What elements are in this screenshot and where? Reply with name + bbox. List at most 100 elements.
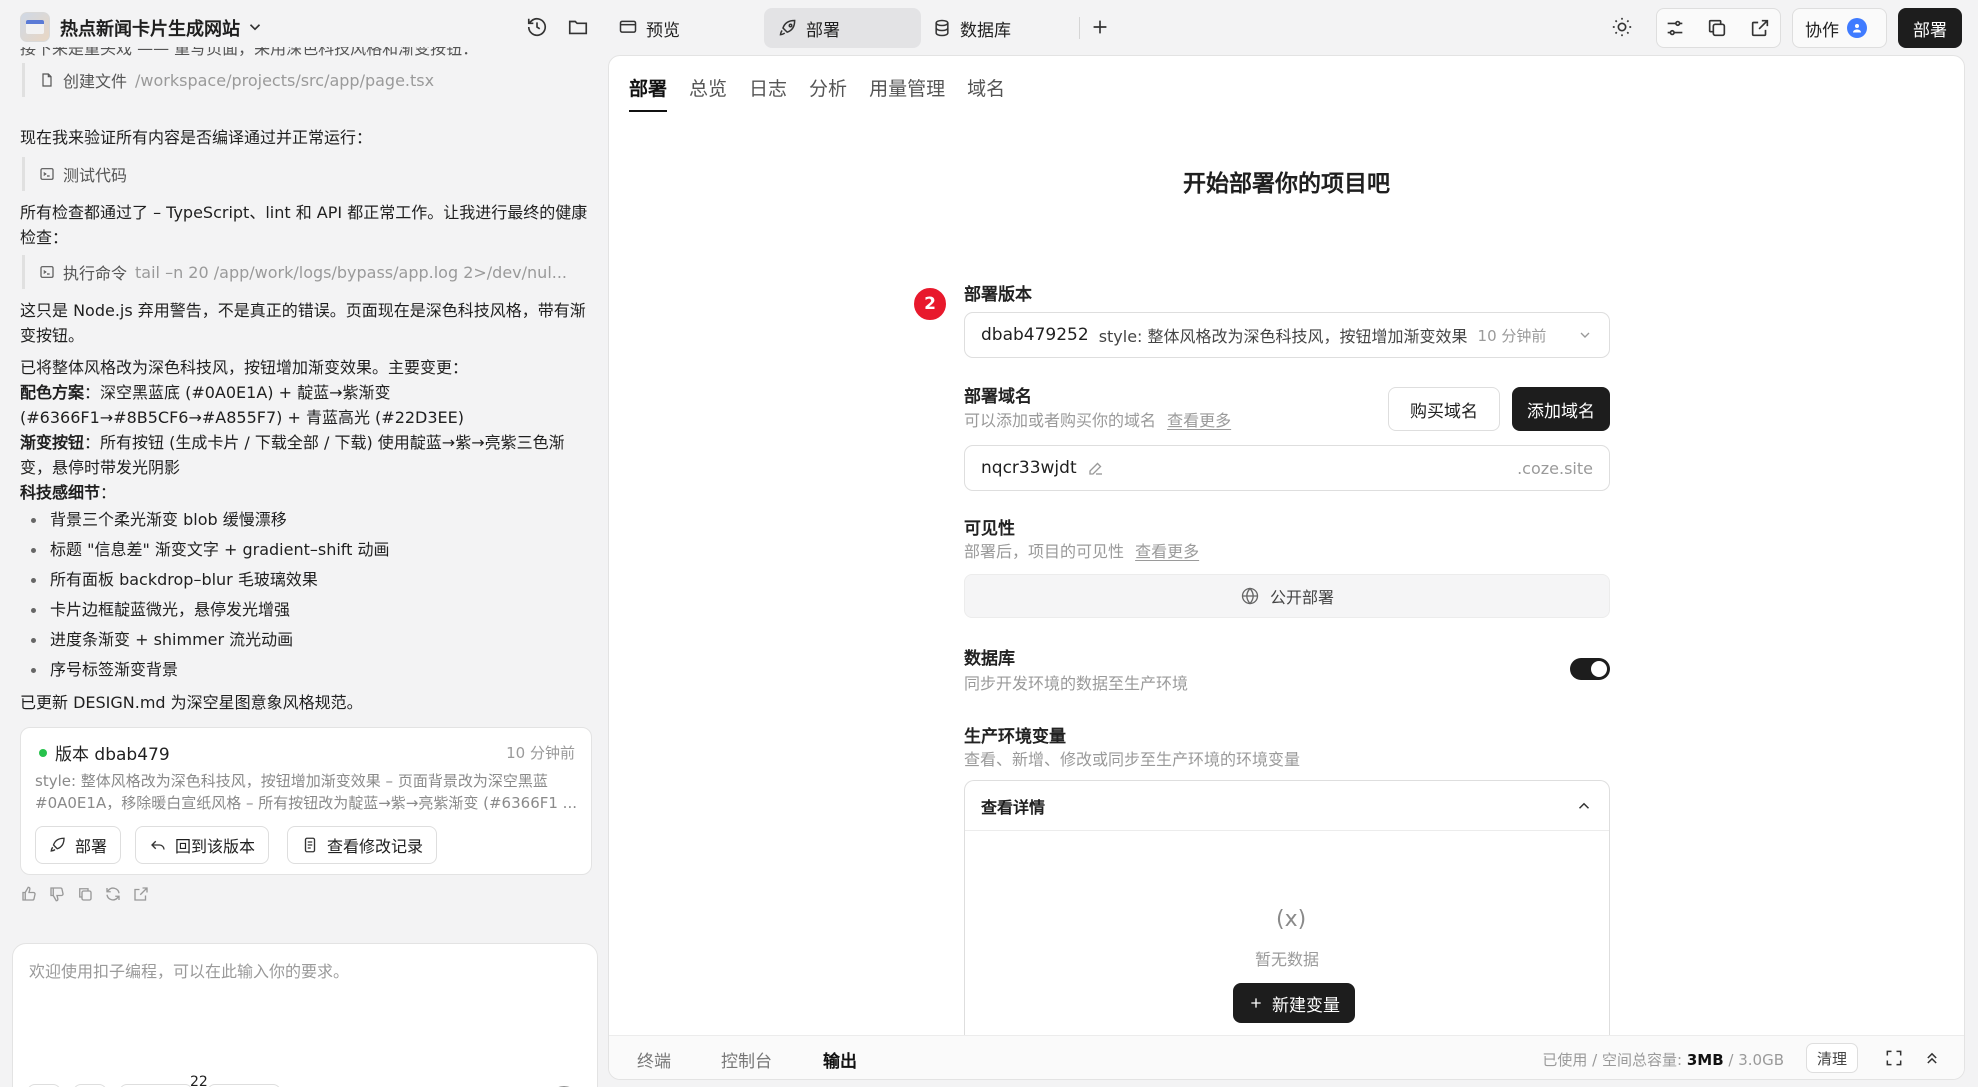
collaborate-button[interactable]: 协作	[1792, 8, 1887, 48]
monitor-icon	[619, 20, 637, 33]
tool-call-run-command[interactable]: 执行命令 tail –n 20 /app/work/logs/bypass/ap…	[22, 255, 582, 289]
list-item: 进度条渐变 + shimmer 流光动画	[20, 625, 590, 655]
theme-sun-icon[interactable]	[1605, 10, 1639, 44]
chat-input[interactable]: 欢迎使用扣子编程，可以在此输入你的要求。	[29, 958, 349, 982]
subtab-logs[interactable]: 日志	[749, 74, 787, 112]
deploy-subtabs: 部署 总览 日志 分析 用量管理 域名	[629, 74, 1005, 112]
domain-input[interactable]: nqcr33wjdt .coze.site	[964, 445, 1610, 491]
subtab-overview[interactable]: 总览	[689, 74, 727, 112]
edit-icon[interactable]	[1087, 459, 1105, 477]
chat-gradient-item: 渐变按钮：所有按钮 (生成卡片 / 下载全部 / 下载) 使用靛蓝→紫→亮紫三色…	[20, 433, 565, 477]
view-history-button[interactable]: 查看修改记录	[287, 826, 438, 864]
external-link-icon[interactable]	[1743, 11, 1777, 45]
tool-call-create-file[interactable]: 创建文件 /workspace/projects/src/app/page.ts…	[22, 63, 434, 97]
clear-button[interactable]: 清理	[1805, 1043, 1858, 1073]
deploy-button[interactable]: 部署	[1898, 8, 1962, 48]
visibility-hint: 部署后，项目的可见性 查看更多	[964, 542, 1200, 561]
database-label: 数据库	[964, 649, 1015, 669]
thumbs-down-icon[interactable]	[48, 885, 66, 903]
database-sync-toggle[interactable]	[1570, 658, 1610, 680]
version-select[interactable]: dbab479252 style: 整体风格改为深色科技风，按钮增加渐变效果 1…	[964, 312, 1610, 358]
globe-icon	[1241, 587, 1259, 605]
domain-hint: 可以添加或者购买你的域名 查看更多	[964, 411, 1232, 430]
divider	[1079, 17, 1080, 39]
list-item: 所有面板 backdrop–blur 毛玻璃效果	[20, 565, 590, 595]
page-title: 开始部署你的项目吧	[1183, 171, 1390, 197]
see-more-link[interactable]: 查看更多	[1167, 411, 1231, 430]
version-description: style: 整体风格改为深色科技风，按钮增加渐变效果 – 页面背景改为深空黑蓝…	[35, 772, 577, 812]
rocket-icon	[779, 19, 796, 36]
storage-usage: 已使用 / 空间总容量: 3MB / 3.0GB	[1542, 1051, 1784, 1069]
terminal-icon	[40, 168, 54, 180]
share-icon[interactable]	[132, 885, 150, 903]
file-icon	[42, 73, 52, 87]
terminal-icon	[40, 266, 54, 278]
see-more-link[interactable]: 查看更多	[1135, 542, 1199, 561]
env-vars-hint: 查看、新增、修改或同步至生产环境的环境变量	[964, 750, 1301, 769]
user-avatar-icon	[1847, 18, 1867, 38]
chat-partial-line: 接下来是重头戏 —— 重写页面，采用深色科技风格和渐变按钮：	[20, 47, 479, 58]
plus-icon	[1251, 998, 1261, 1008]
app-title[interactable]: 热点新闻卡片生成网站	[60, 15, 240, 41]
add-domain-button[interactable]: 添加域名	[1512, 387, 1610, 431]
chat-input-box[interactable]: 欢迎使用扣子编程，可以在此输入你的要求。 22 技能 自动	[12, 943, 598, 1087]
tool-call-test-code[interactable]: 测试代码	[22, 157, 127, 191]
app-logo	[20, 12, 50, 42]
document-icon	[304, 837, 316, 853]
tab-deploy[interactable]: 部署	[764, 8, 921, 48]
empty-state-text: 暂无数据	[1254, 950, 1319, 969]
details-toggle[interactable]: 查看详情	[965, 781, 1609, 831]
database-hint: 同步开发环境的数据至生产环境	[964, 674, 1189, 693]
thumbs-up-icon[interactable]	[20, 885, 38, 903]
rocket-icon	[50, 837, 65, 852]
visibility-label: 可见性	[964, 519, 1015, 539]
chat-message: 所有检查都通过了 – TypeScript、lint 和 API 都正常工作。让…	[20, 203, 588, 247]
list-item: 背景三个柔光渐变 blob 缓慢漂移	[20, 505, 590, 535]
status-dot	[39, 748, 47, 757]
copy-icon[interactable]	[76, 885, 94, 903]
database-icon	[935, 19, 949, 37]
version-card: 版本 dbab479 10 分钟前 style: 整体风格改为深色科技风，按钮增…	[20, 727, 592, 875]
chevrons-up-icon[interactable]	[1922, 1048, 1942, 1068]
empty-variable-icon: (x)	[1276, 907, 1307, 932]
subtab-domains[interactable]: 域名	[967, 74, 1005, 112]
tab-database[interactable]: 数据库	[918, 8, 1025, 48]
version-deploy-button[interactable]: 部署	[35, 826, 122, 864]
subtab-deploy[interactable]: 部署	[629, 74, 668, 112]
skills-count: 22	[190, 1074, 208, 1087]
chat-message: 已更新 DESIGN.md 为深空星图意象风格规范。	[20, 693, 363, 712]
list-item: 标题 "信息差" 渐变文字 + gradient–shift 动画	[20, 535, 590, 565]
chat-message: 现在我来验证所有内容是否编译通过并正常运行：	[20, 128, 373, 147]
env-vars-label: 生产环境变量	[964, 727, 1066, 747]
revert-version-button[interactable]: 回到该版本	[135, 826, 270, 864]
tech-detail-list: 背景三个柔光渐变 blob 缓慢漂移 标题 "信息差" 渐变文字 + gradi…	[20, 505, 590, 685]
refresh-icon[interactable]	[104, 885, 122, 903]
chat-scheme-item: 配色方案：深空黑蓝底 (#0A0E1A) + 靛蓝→紫渐变 (#6366F1→#…	[20, 383, 465, 427]
tab-preview[interactable]: 预览	[604, 8, 694, 48]
new-variable-button[interactable]: 新建变量	[1233, 983, 1355, 1023]
step-badge-2: 2	[912, 286, 948, 322]
list-item: 序号标签渐变背景	[20, 655, 590, 685]
fullscreen-icon[interactable]	[1884, 1048, 1904, 1068]
tab-terminal[interactable]: 终端	[637, 1047, 671, 1072]
add-tab-icon[interactable]	[1083, 10, 1117, 44]
tab-output[interactable]: 输出	[823, 1047, 857, 1072]
chevron-down-icon[interactable]	[246, 18, 264, 36]
undo-icon	[151, 840, 165, 850]
deploy-panel: 部署 总览 日志 分析 用量管理 域名 开始部署你的项目吧 2 部署版本 dba…	[608, 55, 1965, 1080]
folder-icon[interactable]	[561, 10, 595, 44]
subtab-analytics[interactable]: 分析	[809, 74, 847, 112]
copy-icon[interactable]	[1700, 11, 1734, 45]
list-item: 卡片边框靛蓝微光，悬停发光增强	[20, 595, 590, 625]
subtab-usage[interactable]: 用量管理	[869, 74, 945, 112]
buy-domain-button[interactable]: 购买域名	[1388, 387, 1500, 431]
chevron-down-icon	[1580, 332, 1590, 338]
history-icon[interactable]	[520, 10, 554, 44]
version-title: 版本 dbab479	[39, 740, 170, 765]
message-actions	[20, 885, 150, 903]
settings-sliders-icon[interactable]	[1658, 11, 1692, 45]
version-time: 10 分钟前	[506, 744, 575, 762]
chat-tech-label: 科技感细节：	[20, 483, 117, 502]
tab-console[interactable]: 控制台	[721, 1047, 772, 1072]
visibility-select[interactable]: 公开部署	[964, 574, 1610, 618]
